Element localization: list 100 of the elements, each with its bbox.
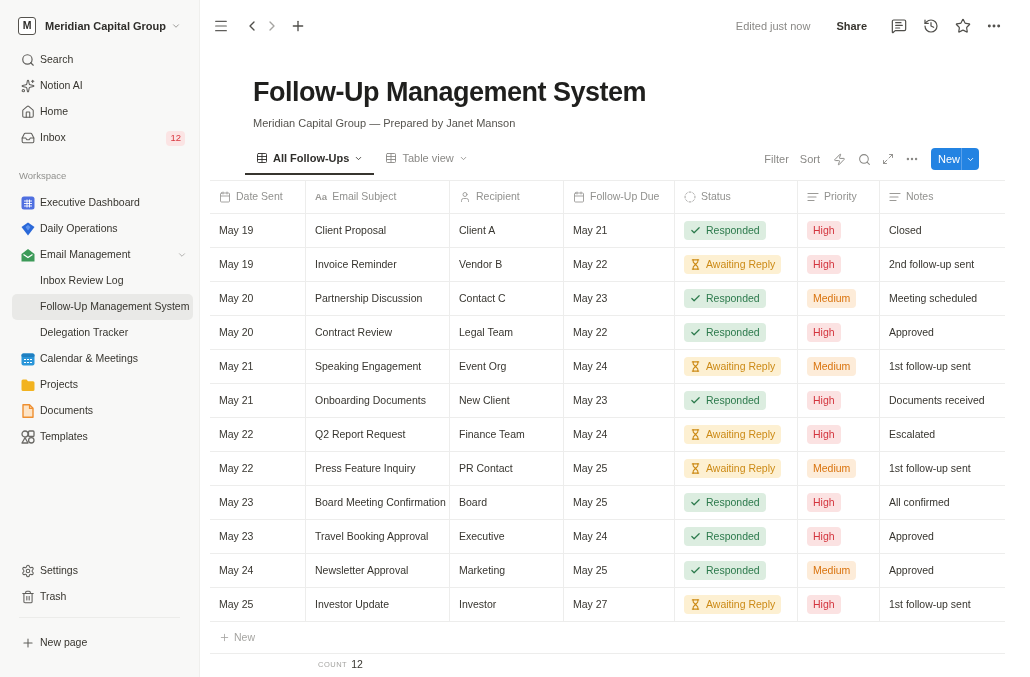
sidebar-item[interactable]: Search: [12, 47, 193, 73]
sidebar-item[interactable]: Delegation Tracker: [12, 320, 193, 346]
star-icon[interactable]: [955, 18, 971, 34]
expand-arrows-icon[interactable]: [882, 153, 894, 165]
table-cell: New Client: [450, 384, 564, 417]
person-icon: [459, 191, 471, 203]
status-text: Awaiting Reply: [706, 358, 776, 374]
sidebar-item[interactable]: Calendar & Meetings: [12, 346, 193, 372]
table-cell-text: Documents received: [888, 392, 986, 408]
table-cell: May 22: [210, 452, 306, 485]
sidebar-item[interactable]: Documents: [12, 398, 193, 424]
table-cell-text: 1st follow-up sent: [888, 596, 972, 612]
sidebar-item[interactable]: Projects: [12, 372, 193, 398]
sidebar-item[interactable]: Templates: [12, 424, 193, 450]
status-text: Responded: [706, 222, 760, 238]
caret-icon: [171, 21, 181, 31]
table-cell: Event Org: [450, 350, 564, 383]
status-text: Responded: [706, 562, 760, 578]
table-cell-text: 1st follow-up sent: [888, 460, 972, 476]
sparkles-icon: [21, 79, 35, 93]
table-cell: May 25: [564, 486, 675, 519]
view-tab[interactable]: All Follow-Ups: [245, 143, 375, 175]
check-icon: [690, 327, 701, 338]
table-cell: Client A: [450, 214, 564, 247]
sidebar-item[interactable]: Follow-Up Management System: [12, 294, 193, 320]
envelope-icon: [21, 248, 35, 262]
table-icon: [385, 152, 398, 164]
table-cell: Newsletter Approval: [306, 554, 450, 587]
hourglass-icon: [690, 429, 701, 440]
view-tab[interactable]: Table view: [374, 143, 479, 175]
sidebar-item[interactable]: Inbox 12: [12, 125, 193, 151]
sidebar-item[interactable]: Executive Dashboard: [12, 190, 193, 216]
grid-tile-icon: [21, 196, 35, 210]
table-cell: May 27: [564, 588, 675, 621]
status-text: Responded: [706, 324, 760, 340]
edited-status: Edited just now: [735, 18, 811, 34]
new-button[interactable]: New: [931, 148, 979, 170]
plus-icon[interactable]: [290, 18, 306, 34]
hourglass-icon: [690, 463, 701, 474]
sidebar-item[interactable]: Settings: [12, 558, 193, 584]
priority-tag: High: [807, 493, 841, 512]
priority-tag: Medium: [807, 357, 857, 376]
new-page-button[interactable]: New page: [12, 630, 193, 656]
dashed-circle-icon: [684, 191, 696, 203]
sidebar-item[interactable]: Trash: [12, 584, 193, 610]
priority-tag: High: [807, 323, 841, 342]
table-cell: PR Contact: [450, 452, 564, 485]
table-cell: May 23: [210, 520, 306, 553]
hourglass-icon: [690, 599, 701, 610]
table-cell: May 19: [210, 248, 306, 281]
lightning-icon[interactable]: [833, 152, 846, 166]
table-cell: Finance Team: [450, 418, 564, 451]
table-cell: May 22: [564, 316, 675, 349]
sort-button[interactable]: Sort: [799, 150, 820, 168]
table-cell-text: All confirmed: [888, 494, 951, 510]
table-cell: May 19: [210, 214, 306, 247]
table-cell: May 22: [210, 418, 306, 451]
table-cell: Marketing: [450, 554, 564, 587]
table-cell: May 24: [564, 350, 675, 383]
sidebar-item[interactable]: Email Management: [12, 242, 193, 268]
table-cell: Onboarding Documents: [306, 384, 450, 417]
table-cell: Q2 Report Request: [306, 418, 450, 451]
sidebar-item[interactable]: Home: [12, 99, 193, 125]
table-cell: May 21: [210, 350, 306, 383]
share-button[interactable]: Share: [834, 17, 869, 35]
menu-icon[interactable]: [213, 18, 229, 34]
search-icon[interactable]: [858, 152, 871, 166]
table-cell: May 20: [210, 282, 306, 315]
filter-button[interactable]: Filter: [764, 150, 789, 168]
sidebar-item[interactable]: Daily Operations: [12, 216, 193, 242]
priority-tag: High: [807, 527, 841, 546]
unread-count-badge: 12: [166, 130, 185, 146]
table-cell: Contact C: [450, 282, 564, 315]
status-text: Awaiting Reply: [706, 426, 776, 442]
table-cell: Travel Booking Approval: [306, 520, 450, 553]
calendar-icon: [21, 352, 35, 366]
priority-tag: High: [807, 391, 841, 410]
table-cell: May 23: [564, 282, 675, 315]
priority-tag: High: [807, 595, 841, 614]
sidebar-item[interactable]: Inbox Review Log: [12, 268, 193, 294]
table-cell-text: Approved: [888, 528, 935, 544]
search-icon: [21, 53, 35, 67]
priority-tag: High: [807, 221, 841, 240]
table-cell: May 20: [210, 316, 306, 349]
status-text: Awaiting Reply: [706, 256, 776, 272]
sidebar-item[interactable]: Notion AI: [12, 73, 193, 99]
plus-icon: [219, 632, 230, 643]
priority-tag: Medium: [807, 561, 857, 580]
table-cell: May 23: [210, 486, 306, 519]
table-cell: Legal Team: [450, 316, 564, 349]
workspace-switcher[interactable]: M Meridian Capital Group: [12, 12, 193, 40]
hourglass-icon: [690, 259, 701, 270]
clock-history-icon[interactable]: [923, 18, 939, 34]
status-text: Awaiting Reply: [706, 460, 776, 476]
table-cell-text: Approved: [888, 324, 935, 340]
comment-icon[interactable]: [891, 18, 907, 34]
check-icon: [690, 531, 701, 542]
table-cell: May 22: [564, 248, 675, 281]
text-type-glyph: Aa: [315, 189, 328, 204]
page-subtitle: Meridian Capital Group — Prepared by Janet Manson: [253, 116, 517, 131]
